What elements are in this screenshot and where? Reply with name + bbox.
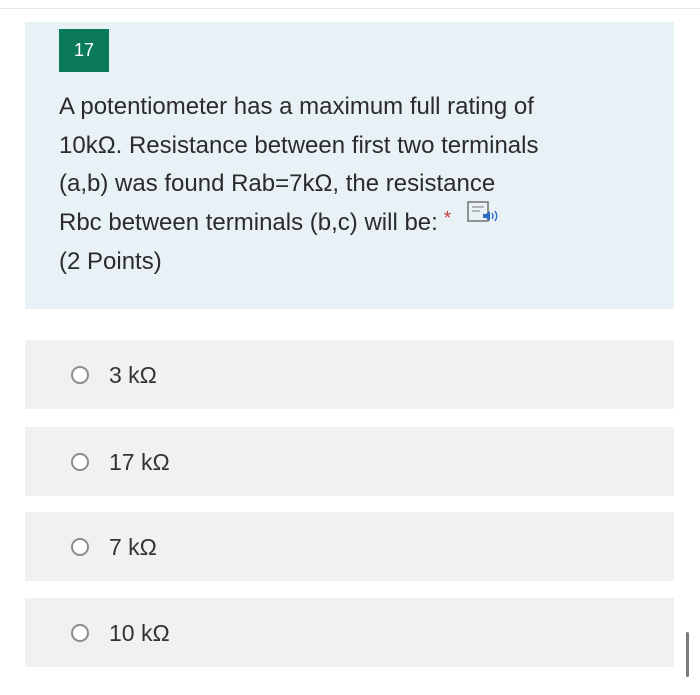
- top-divider: [0, 8, 700, 9]
- immersive-reader-speaker-icon[interactable]: [467, 201, 503, 240]
- option-label: 10 kΩ: [109, 620, 170, 646]
- answer-option-1[interactable]: 3 kΩ: [25, 340, 674, 409]
- question-line-3: (a,b) was found Rab=7kΩ, the resistance: [59, 170, 496, 197]
- option-label: 3 kΩ: [109, 362, 157, 388]
- radio-button[interactable]: [71, 366, 89, 384]
- radio-button[interactable]: [71, 624, 89, 642]
- option-label: 7 kΩ: [109, 534, 157, 560]
- required-asterisk: *: [443, 207, 451, 228]
- answer-option-2[interactable]: 17 kΩ: [25, 427, 674, 496]
- question-line-2: 10kΩ. Resistance between first two termi…: [59, 131, 539, 159]
- question-line-4-wrapper: Rbc between terminals (b,c) will be: *: [59, 201, 644, 244]
- question-text: A potentiometer has a maximum full ratin…: [59, 88, 644, 282]
- radio-button[interactable]: [71, 538, 89, 556]
- question-points: (2 Points): [59, 248, 162, 275]
- question-number-badge: 17: [59, 29, 109, 72]
- option-label: 17 kΩ: [109, 449, 170, 475]
- question-line-1: A potentiometer has a maximum full ratin…: [59, 93, 534, 120]
- scrollbar-thumb[interactable]: [686, 632, 689, 677]
- answer-option-4[interactable]: 10 kΩ: [25, 598, 674, 667]
- question-line-4: Rbc between terminals (b,c) will be:: [59, 208, 438, 236]
- answer-option-3[interactable]: 7 kΩ: [25, 512, 674, 581]
- radio-button[interactable]: [71, 453, 89, 471]
